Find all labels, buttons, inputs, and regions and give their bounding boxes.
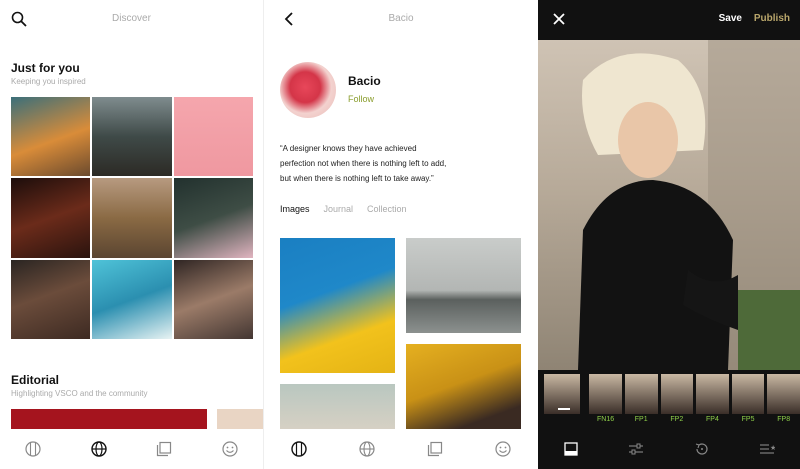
avatar[interactable] xyxy=(280,62,336,118)
gallery-photo[interactable] xyxy=(406,238,521,333)
grid-photo[interactable] xyxy=(92,259,172,339)
grid-photo[interactable] xyxy=(173,178,253,258)
gallery-photo[interactable] xyxy=(280,238,395,373)
just-for-you-subtitle: Keeping you inspired xyxy=(11,77,86,86)
preset-label: FP2 xyxy=(670,416,684,423)
preset-thumb[interactable]: FP4 xyxy=(696,374,729,423)
recipes-icon[interactable]: ★ xyxy=(755,437,779,461)
preset-thumb[interactable]: FP1 xyxy=(624,374,658,423)
profile-bio: “A designer knows they have achieved per… xyxy=(280,141,520,186)
preset-filmstrip: FN16 FP1 FP2 FP4 FP5 FP8 xyxy=(538,374,800,432)
discover-title: Discover xyxy=(112,13,151,24)
svg-text:★: ★ xyxy=(770,444,775,452)
library-icon[interactable] xyxy=(423,437,447,461)
editor-screen: Save Publish FN16 FP1 FP2 FP4 FP5 FP8 ★ xyxy=(538,0,800,469)
just-for-you-grid xyxy=(11,97,253,339)
grid-photo[interactable] xyxy=(11,97,91,177)
preset-label: FP8 xyxy=(777,416,791,423)
discover-icon[interactable] xyxy=(355,437,379,461)
follow-button[interactable]: Follow xyxy=(348,94,374,104)
gallery-photo[interactable] xyxy=(280,384,395,432)
save-button[interactable]: Save xyxy=(719,13,742,24)
adjust-icon[interactable] xyxy=(624,437,648,461)
tab-journal[interactable]: Journal xyxy=(324,204,354,214)
profile-tabs: Images Journal Collection xyxy=(280,204,407,214)
preset-label: FN16 xyxy=(597,416,615,423)
preset-current[interactable] xyxy=(544,374,581,414)
grid-photo[interactable] xyxy=(173,97,253,177)
profile-name: Bacio xyxy=(348,74,381,88)
discover-header: Discover xyxy=(0,0,263,38)
preset-thumb[interactable]: FP5 xyxy=(731,374,765,423)
preset-label: FP5 xyxy=(741,416,755,423)
publish-button[interactable]: Publish xyxy=(754,13,790,24)
close-icon[interactable] xyxy=(552,12,566,26)
editorial-photo[interactable] xyxy=(217,409,263,431)
discover-screen: Discover Just for you Keeping you inspir… xyxy=(0,0,264,469)
preset-thumb[interactable]: FN16 xyxy=(589,374,622,423)
grid-photo[interactable] xyxy=(92,97,172,177)
editorial-subtitle: Highlighting VSCO and the community xyxy=(11,389,148,398)
editorial-title: Editorial xyxy=(11,373,60,387)
profile-header: Bacio xyxy=(265,0,537,38)
tab-collection[interactable]: Collection xyxy=(367,204,407,214)
presets-icon[interactable] xyxy=(559,437,583,461)
grid-photo[interactable] xyxy=(173,259,253,339)
profile-header-title: Bacio xyxy=(388,13,414,24)
bio-line: perfection not when there is nothing lef… xyxy=(280,159,447,168)
editor-toolbar: ★ xyxy=(538,429,800,469)
tab-images[interactable]: Images xyxy=(280,204,310,214)
preset-thumb[interactable]: FP8 xyxy=(767,374,800,423)
gallery-photo[interactable] xyxy=(406,344,521,432)
history-icon[interactable] xyxy=(690,437,714,461)
discover-icon[interactable] xyxy=(87,437,111,461)
bio-line: “A designer knows they have achieved xyxy=(280,144,417,153)
preset-label: FP4 xyxy=(706,416,719,423)
profile-screen: Bacio Bacio Follow “A designer knows the… xyxy=(265,0,537,469)
editorial-photo[interactable] xyxy=(11,409,207,431)
grid-photo[interactable] xyxy=(11,259,91,339)
library-icon[interactable] xyxy=(152,437,176,461)
profile-icon[interactable] xyxy=(491,437,515,461)
preset-thumb[interactable]: FP2 xyxy=(660,374,694,423)
preset-label: FP1 xyxy=(634,416,648,423)
bio-line: but when there is nothing left to take a… xyxy=(280,174,434,183)
editor-header: Save Publish xyxy=(538,0,800,38)
bottom-nav xyxy=(0,429,263,469)
grid-photo[interactable] xyxy=(11,178,91,258)
bottom-nav xyxy=(265,429,537,469)
grid-photo[interactable] xyxy=(92,178,172,258)
studio-icon[interactable] xyxy=(287,437,311,461)
profile-icon[interactable] xyxy=(218,437,242,461)
editing-photo[interactable] xyxy=(538,40,800,370)
just-for-you-title: Just for you xyxy=(11,61,80,75)
studio-icon[interactable] xyxy=(21,437,45,461)
